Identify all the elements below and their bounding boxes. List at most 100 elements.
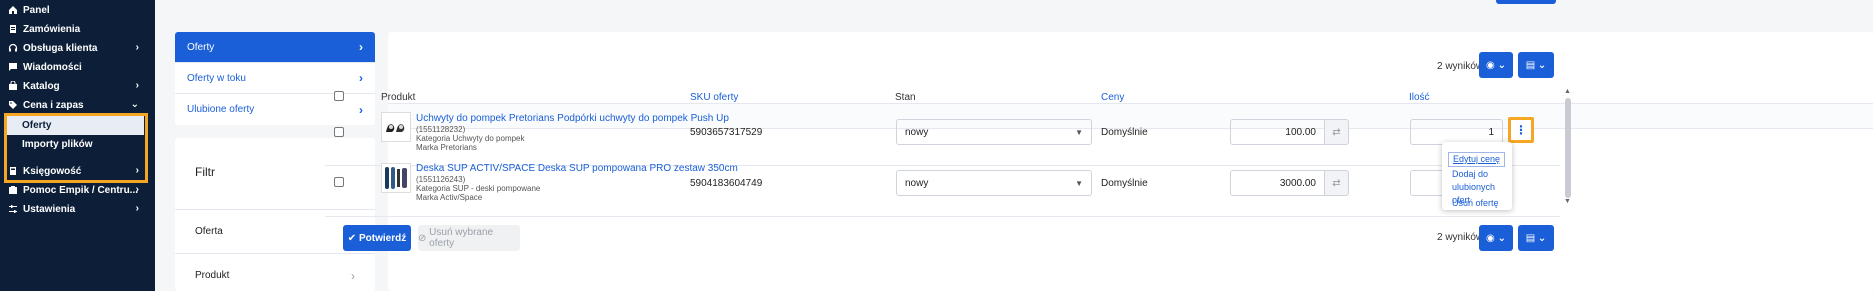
scrollbar-thumb[interactable] (1565, 98, 1571, 198)
chevron-down-icon: ⌄ (1537, 232, 1547, 244)
remove-label: Usuń wybrane oferty (429, 227, 494, 249)
tab-offers[interactable]: Oferty › (175, 32, 375, 63)
view-settings-button-footer[interactable]: ◉ ⌄ (1479, 225, 1513, 251)
app-root: Panel Zamówienia Obsługa klienta › Wiado… (0, 0, 1873, 291)
message-icon (7, 62, 18, 73)
sidebar-item-help[interactable]: Pomoc Empik / Centru... › (0, 180, 155, 200)
state-select[interactable]: nowy ▼ (896, 170, 1092, 196)
caret-down-icon: ▼ (1075, 178, 1083, 188)
scroll-up-icon[interactable]: ▲ (1564, 88, 1571, 95)
sidebar-item-label: Zamówienia (23, 23, 81, 35)
sku-value: 5904183604749 (690, 178, 763, 189)
price-input[interactable]: 100.00 (1230, 119, 1325, 145)
column-header-sku[interactable]: SKU oferty (690, 92, 738, 103)
sidebar-item-price-stock[interactable]: Cena i zapas ⌄ (0, 95, 155, 115)
column-header-state: Stan (895, 92, 916, 103)
chevron-right-icon: › (135, 165, 139, 176)
chevron-right-icon: › (351, 268, 355, 283)
chevron-right-icon: › (135, 80, 139, 91)
chevron-right-icon: › (359, 40, 363, 54)
chevron-right-icon: › (359, 71, 363, 85)
document-icon: ▤ (1525, 232, 1536, 244)
kebab-menu-icon: ⋮ (1515, 123, 1527, 137)
tab-label: Oferty (187, 41, 215, 53)
sup-board-image (385, 167, 407, 189)
price-history-button[interactable]: ⇄ (1325, 170, 1349, 196)
price-input[interactable]: 3000.00 (1230, 170, 1325, 196)
filter-row-label: Produkt (195, 270, 230, 281)
table-scrollbar[interactable]: ▲ ▼ (1563, 88, 1573, 208)
filter-row-product[interactable]: Produkt › (175, 253, 375, 291)
column-header-quantity[interactable]: Ilość (1409, 92, 1430, 103)
accounting-icon (7, 166, 18, 177)
sidebar-item-orders[interactable]: Zamówienia (0, 19, 155, 39)
product-name-link[interactable]: Deska SUP ACTIV/SPACE Deska SUP pompowan… (416, 163, 738, 174)
sidebar-item-customer-service[interactable]: Obsługa klienta › (0, 38, 155, 58)
chevron-down-icon: ⌄ (1497, 232, 1506, 244)
sidebar-item-label: Katalog (23, 80, 60, 92)
help-icon (7, 185, 18, 196)
row-actions-menu: Edytuj cenę Dodaj do ulubionych ofert Us… (1442, 142, 1512, 210)
state-select-value: nowy (905, 177, 929, 189)
price-type-label: Domyślnie (1101, 178, 1148, 189)
sidebar-item-settings[interactable]: Ustawienia › (0, 199, 155, 219)
sidebar-item-catalog[interactable]: Katalog › (0, 76, 155, 96)
tab-label: Ulubione oferty (187, 104, 255, 115)
sidebar: Panel Zamówienia Obsługa klienta › Wiado… (0, 0, 155, 291)
price-type-label: Domyślnie (1101, 127, 1148, 138)
row-checkbox[interactable] (334, 177, 344, 187)
chevron-right-icon: › (135, 42, 139, 53)
check-icon: ✔ (347, 232, 357, 244)
confirm-button[interactable]: ✔ Potwierdź (343, 225, 411, 251)
column-header-prices[interactable]: Ceny (1101, 92, 1124, 103)
home-icon (7, 5, 18, 16)
state-select[interactable]: nowy ▼ (896, 119, 1092, 145)
settings-icon (7, 204, 18, 215)
sidebar-item-label: Panel (23, 4, 50, 16)
export-button[interactable]: ▤ ⌄ (1518, 52, 1554, 78)
sidebar-item-accounting[interactable]: Księgowość › (0, 161, 155, 181)
column-header-product: Produkt (381, 92, 416, 103)
eye-icon: ◉ (1486, 59, 1495, 71)
document-icon: ▤ (1525, 59, 1536, 71)
price-value: 3000.00 (1279, 177, 1316, 189)
sidebar-item-messages[interactable]: Wiadomości (0, 57, 155, 77)
menu-item-edit-price[interactable]: Edytuj cenę (1448, 152, 1506, 167)
catalog-icon (7, 81, 18, 92)
select-all-checkbox[interactable] (334, 91, 344, 101)
sku-value: 5903657317529 (690, 127, 763, 138)
eye-icon: ◉ (1486, 232, 1495, 244)
chevron-down-icon: ⌄ (130, 99, 139, 110)
row-actions-kebab-button[interactable]: ⋮ (1508, 117, 1534, 143)
sidebar-item-panel[interactable]: Panel (0, 0, 155, 20)
chevron-down-icon: ⌄ (1537, 59, 1547, 71)
headset-icon (7, 43, 18, 54)
confirm-label: Potwierdź (358, 232, 407, 244)
filter-row-label: Oferta (195, 226, 223, 237)
tab-offers-in-progress[interactable]: Oferty w toku › (175, 63, 375, 94)
scroll-down-icon[interactable]: ▼ (1564, 198, 1571, 205)
sidebar-item-label: Cena i zapas (23, 99, 84, 111)
caret-down-icon: ▼ (1075, 127, 1083, 137)
product-brand: Marka Activ/Space (416, 193, 483, 202)
tag-icon (7, 100, 18, 111)
swap-icon: ⇄ (1332, 126, 1341, 138)
sidebar-item-label: Pomoc Empik / Centru... (23, 184, 139, 196)
price-history-button[interactable]: ⇄ (1325, 119, 1349, 145)
product-name-link[interactable]: Uchwyty do pompek Pretorians Podpórki uc… (416, 113, 729, 124)
chevron-right-icon: › (135, 184, 139, 195)
remove-selected-button[interactable]: ⊘ Usuń wybrane oferty (418, 225, 520, 251)
sidebar-item-label: Ustawienia (23, 203, 76, 215)
product-thumbnail (381, 163, 411, 193)
price-value: 100.00 (1285, 126, 1316, 138)
chevron-down-icon: ⌄ (1497, 59, 1506, 71)
row-checkbox[interactable] (334, 127, 344, 137)
sidebar-item-label: Księgowość (23, 165, 82, 177)
view-settings-button[interactable]: ◉ ⌄ (1479, 52, 1513, 78)
export-button-footer[interactable]: ▤ ⌄ (1518, 225, 1554, 251)
filter-title: Filtr (195, 165, 215, 179)
results-count-footer: 2 wyników (1437, 232, 1484, 243)
top-action-button[interactable] (1496, 0, 1556, 4)
orders-icon (7, 24, 18, 35)
menu-item-remove-offer[interactable]: Usuń ofertę (1452, 197, 1499, 210)
